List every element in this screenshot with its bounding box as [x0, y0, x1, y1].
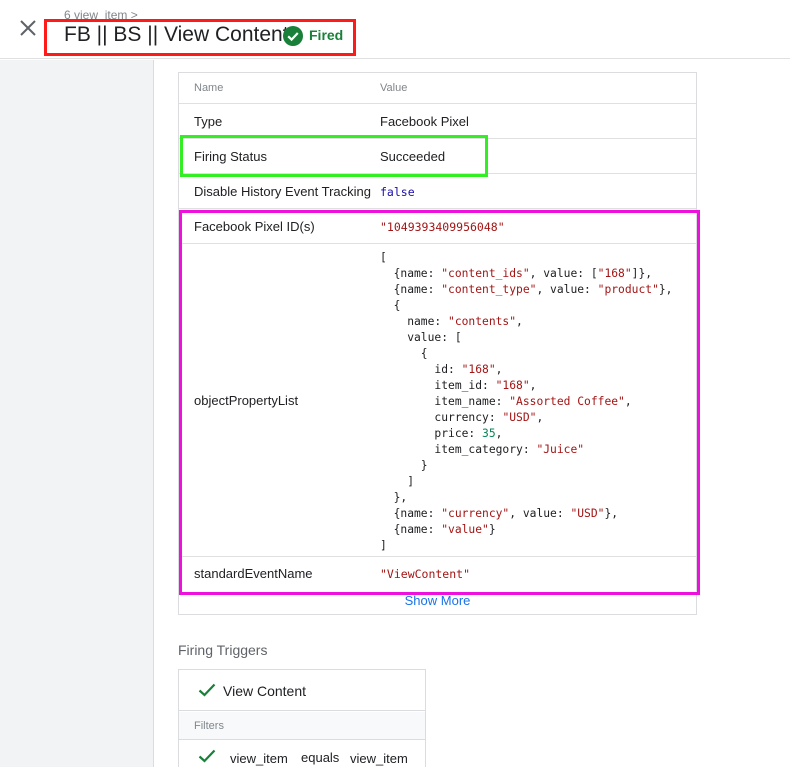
title-highlight-box — [44, 19, 356, 56]
close-icon[interactable] — [17, 17, 39, 39]
show-more-link[interactable]: Show More — [179, 593, 696, 608]
table-row-type: Type Facebook Pixel — [179, 103, 696, 138]
firing-status-highlight-box — [180, 135, 488, 177]
trigger-name: View Content — [223, 683, 307, 699]
checkmark-icon — [198, 683, 216, 697]
row-name: Disable History Event Tracking — [194, 184, 372, 199]
filters-header: Filters — [179, 712, 425, 740]
filter-operator: equals — [301, 750, 340, 765]
left-panel — [0, 60, 154, 767]
row-value: false — [380, 185, 415, 199]
checkmark-icon — [198, 749, 216, 763]
row-value: Facebook Pixel — [380, 114, 469, 129]
table-row-disable-history: Disable History Event Tracking false — [179, 173, 696, 208]
trigger-card[interactable]: View Content Filters view_item equals vi… — [178, 669, 426, 767]
filters-label: Filters — [194, 720, 224, 732]
table-header: Name Value — [179, 73, 696, 103]
firing-triggers-title: Firing Triggers — [178, 642, 268, 658]
trigger-header: View Content — [179, 670, 425, 711]
column-header-value: Value — [380, 82, 408, 94]
filter-variable: view_item — [230, 751, 288, 766]
column-header-name: Name — [194, 82, 224, 94]
filter-row: view_item equals view_item — [179, 741, 425, 767]
parameters-highlight-box — [179, 210, 700, 595]
row-name: Type — [194, 114, 223, 129]
filter-value: view_item — [350, 751, 408, 766]
